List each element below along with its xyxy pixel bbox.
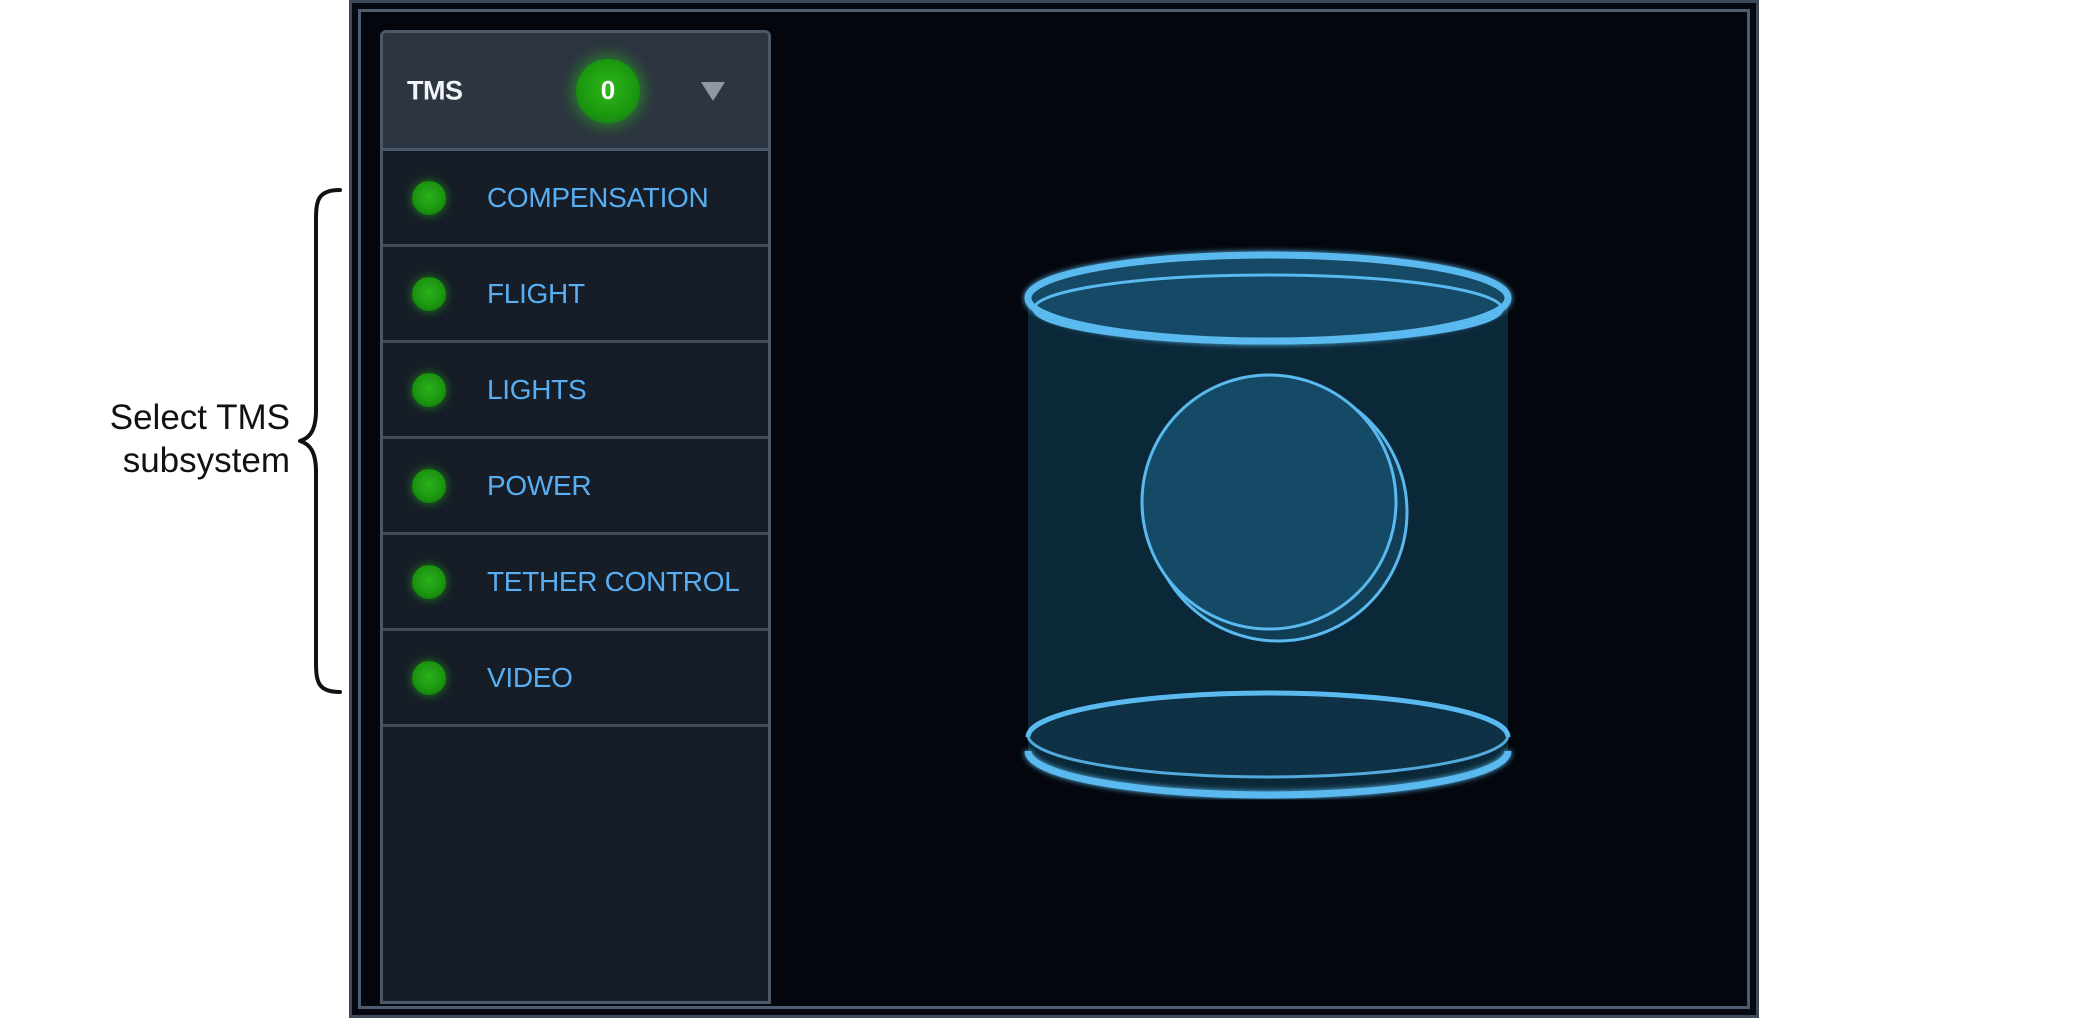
status-indicator-icon bbox=[412, 564, 446, 599]
dropdown-toggle[interactable] bbox=[693, 71, 733, 111]
annotation-line-1: Select TMS bbox=[109, 398, 290, 437]
subsystem-label: TETHER CONTROL bbox=[487, 565, 740, 597]
status-indicator-icon bbox=[412, 660, 446, 695]
alarm-count: 0 bbox=[600, 75, 616, 105]
subsystem-item-video[interactable]: VIDEO bbox=[383, 631, 768, 727]
panel-header: TMS 0 bbox=[383, 33, 768, 151]
app-viewport-frame: TMS 0 COMPENSATION FLIGHT LIGHTS POWER TETHE… bbox=[358, 9, 1750, 1009]
subsystem-list: COMPENSATION FLIGHT LIGHTS POWER TETHER CONT… bbox=[383, 151, 768, 727]
subsystem-label: FLIGHT bbox=[487, 277, 585, 309]
tms-cylinder-model bbox=[1024, 251, 1512, 799]
screenshot-canvas: Select TMS subsystem TMS 0 COMPENSATION … bbox=[0, 0, 2100, 1018]
panel-title: TMS bbox=[407, 75, 463, 105]
subsystem-label: VIDEO bbox=[487, 661, 573, 693]
annotation-line-2: subsystem bbox=[122, 441, 290, 480]
subsystem-item-power[interactable]: POWER bbox=[383, 439, 768, 535]
subsystem-label: LIGHTS bbox=[487, 373, 587, 405]
status-indicator-icon bbox=[412, 276, 446, 311]
subsystem-item-flight[interactable]: FLIGHT bbox=[383, 247, 768, 343]
subsystem-item-compensation[interactable]: COMPENSATION bbox=[383, 151, 768, 247]
status-indicator-icon bbox=[412, 468, 446, 503]
subsystem-label: COMPENSATION bbox=[487, 181, 709, 213]
tms-subsystem-panel: TMS 0 COMPENSATION FLIGHT LIGHTS POWER TETHE… bbox=[380, 30, 771, 1004]
sphere bbox=[1140, 373, 1398, 631]
curly-brace-icon bbox=[298, 188, 342, 694]
subsystem-label: POWER bbox=[487, 469, 592, 501]
status-indicator-icon bbox=[412, 372, 446, 407]
subsystem-item-lights[interactable]: LIGHTS bbox=[383, 343, 768, 439]
app-window: TMS 0 COMPENSATION FLIGHT LIGHTS POWER TETHE… bbox=[349, 0, 1759, 1018]
annotation-label: Select TMS subsystem bbox=[40, 396, 290, 482]
status-indicator-icon bbox=[412, 180, 446, 215]
model-viewport[interactable] bbox=[781, 22, 1751, 1002]
triangle-down-icon bbox=[701, 81, 725, 101]
alarm-count-badge[interactable]: 0 bbox=[576, 58, 640, 123]
subsystem-item-tether-control[interactable]: TETHER CONTROL bbox=[383, 535, 768, 631]
cylinder-top bbox=[1024, 251, 1512, 345]
